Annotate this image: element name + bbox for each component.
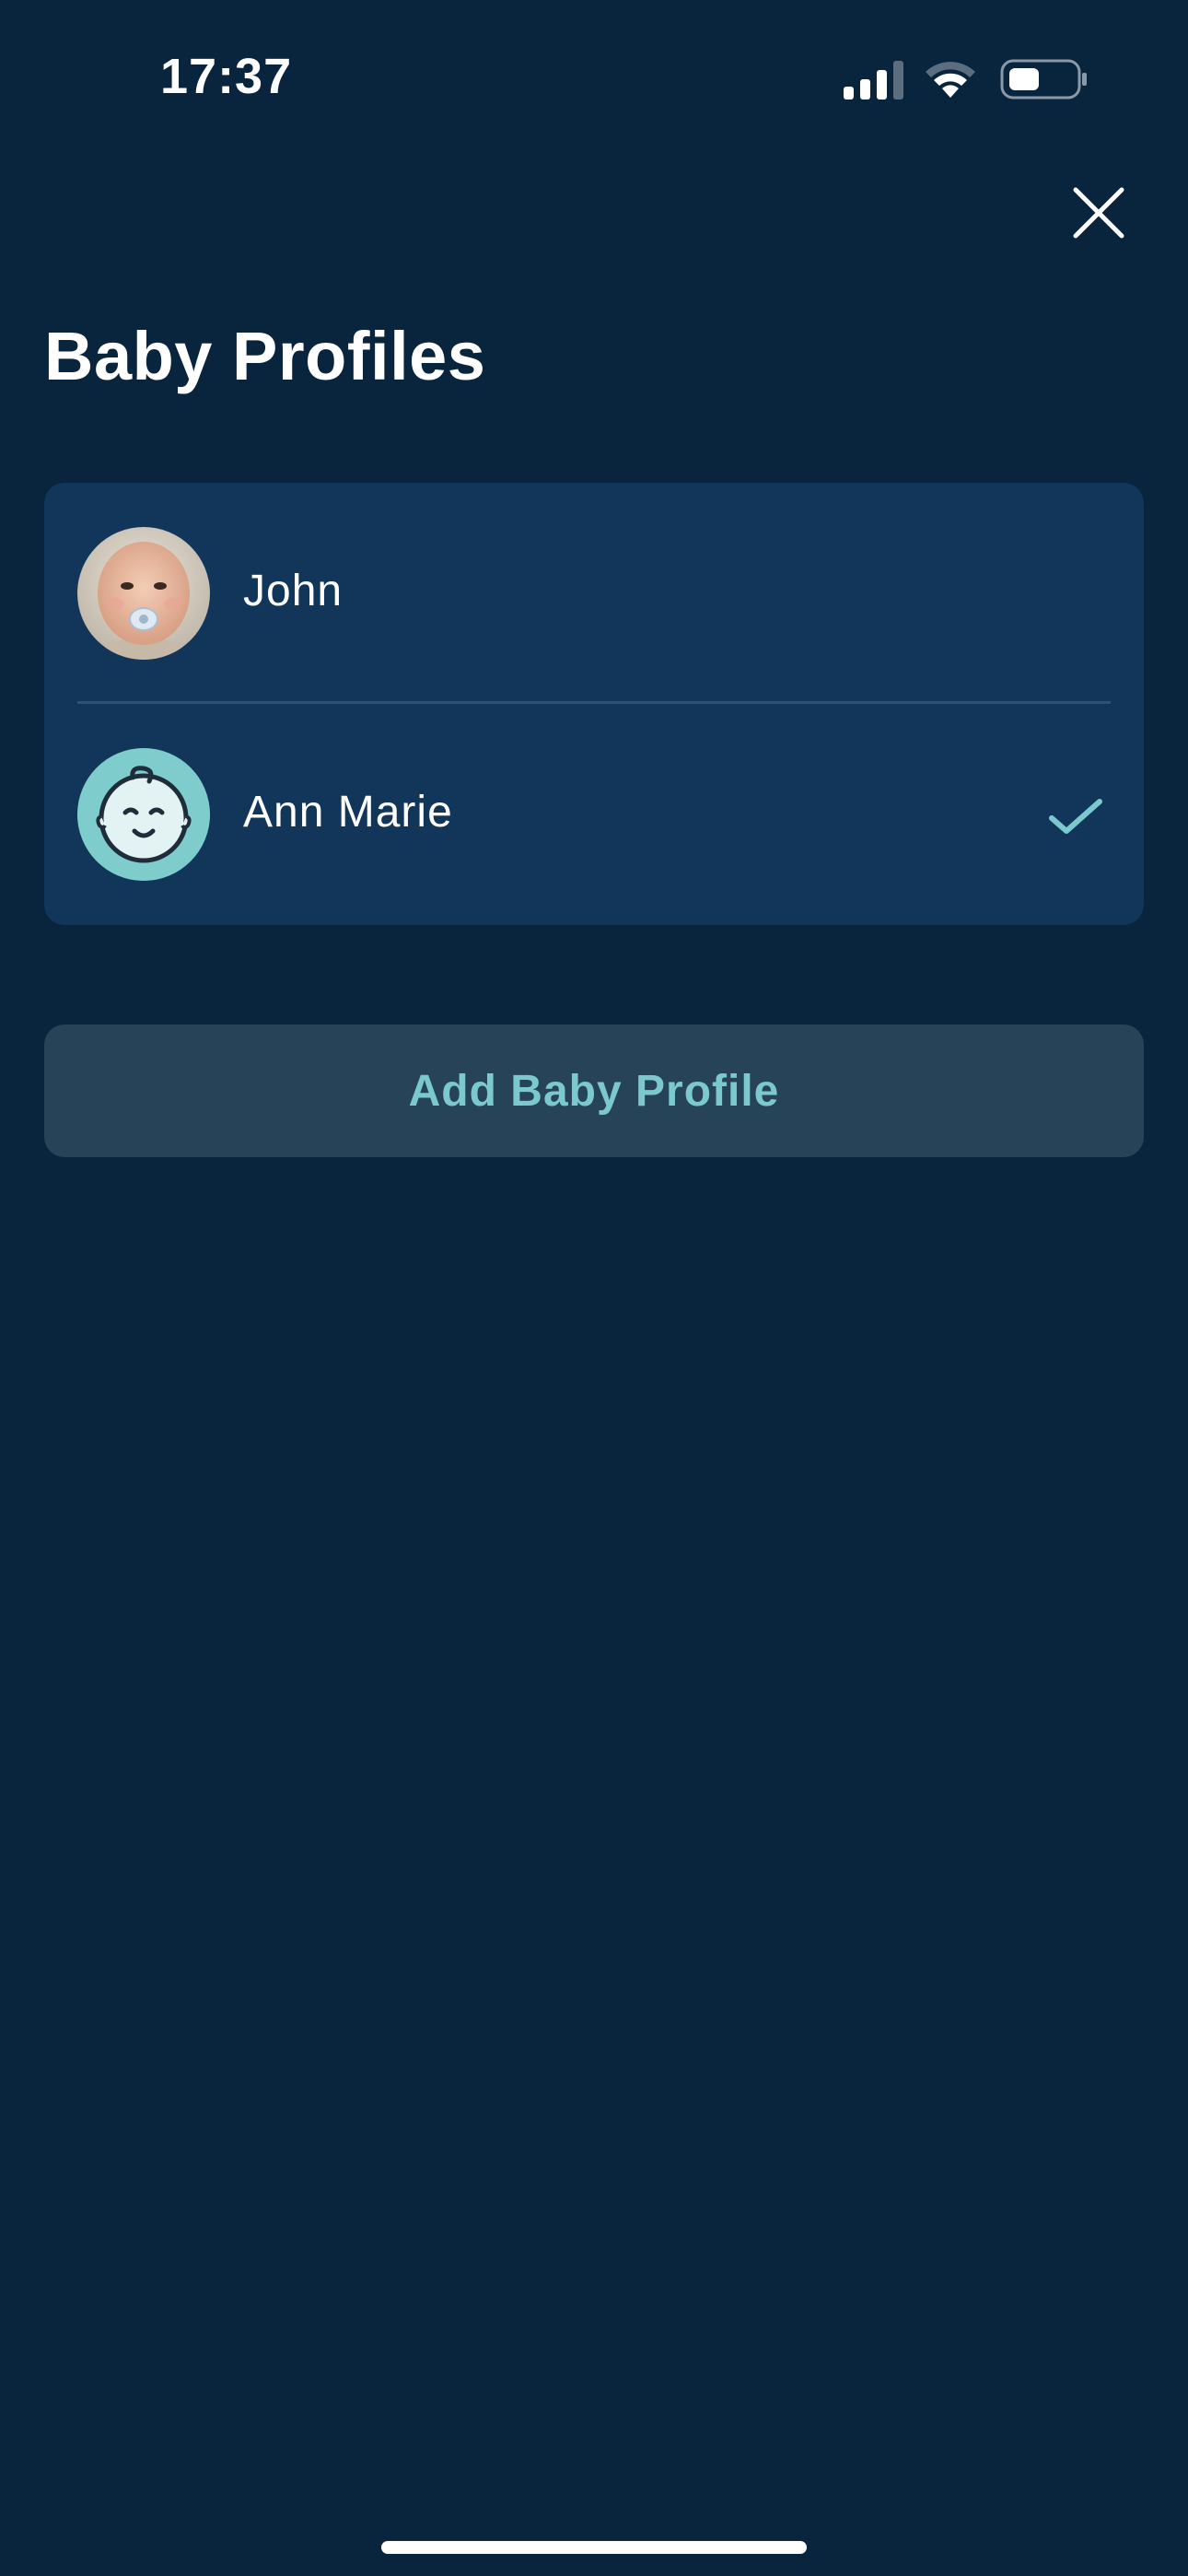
profile-row-john[interactable]: John <box>44 483 1144 704</box>
battery-icon <box>1000 59 1087 100</box>
profile-name: Ann Marie <box>243 788 453 837</box>
close-button[interactable] <box>1066 181 1131 245</box>
home-indicator[interactable] <box>381 2541 807 2554</box>
status-bar: 17:37 <box>0 0 1188 157</box>
profiles-list: John Ann Marie <box>44 483 1144 925</box>
signal-icon <box>844 61 903 100</box>
add-baby-profile-button[interactable]: Add Baby Profile <box>44 1025 1144 1157</box>
baby-profiles-screen: 17:37 Baby Profiles John Ann Marie Add B… <box>0 0 1188 2576</box>
page-title: Baby Profiles <box>44 318 486 394</box>
profile-name: John <box>243 567 344 615</box>
profile-row-ann-marie[interactable]: Ann Marie <box>44 704 1144 925</box>
baby-face-icon <box>77 748 210 881</box>
add-baby-profile-label: Add Baby Profile <box>408 1066 780 1116</box>
close-icon <box>1073 187 1124 239</box>
baby-photo-avatar <box>77 527 210 660</box>
status-time: 17:37 <box>160 49 293 104</box>
wifi-icon <box>926 62 975 98</box>
checkmark-icon <box>1049 799 1102 834</box>
